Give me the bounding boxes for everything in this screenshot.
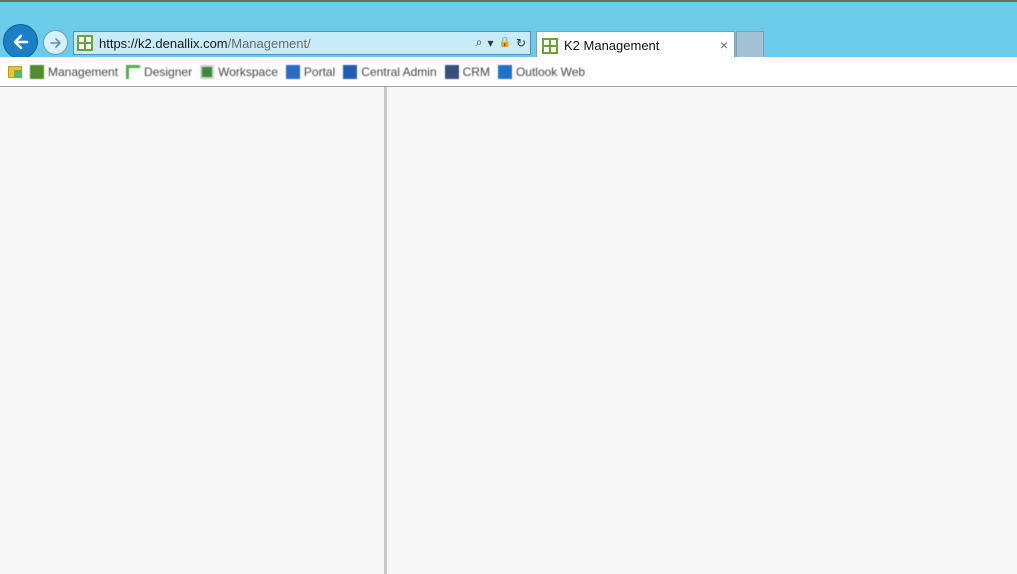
search-icon[interactable]: ⌕ xyxy=(476,35,483,50)
url-path: /Management/ xyxy=(227,35,311,51)
site-favicon-icon xyxy=(77,35,93,51)
url-text[interactable]: https://k2.denallix.com/Management/ xyxy=(99,36,311,51)
designer-icon xyxy=(126,64,141,79)
address-bar[interactable]: https://k2.denallix.com/Management/ ⌕ ▾ … xyxy=(73,31,531,55)
favorite-outlook-web[interactable]: Outlook Web xyxy=(497,64,586,79)
outlook-icon xyxy=(497,64,512,79)
favorite-label: Workspace xyxy=(218,64,278,79)
tab-label: K2 Management xyxy=(564,38,660,53)
favorite-label: Management xyxy=(48,64,119,79)
favorites-bar: Management Designer Workspace Portal Cen… xyxy=(0,57,1017,87)
refresh-icon[interactable]: ↻ xyxy=(516,36,526,50)
forward-button[interactable] xyxy=(43,30,68,55)
favorite-label: Outlook Web xyxy=(515,64,586,79)
favorite-label: Designer xyxy=(144,64,193,79)
add-favorites-icon[interactable] xyxy=(8,65,22,78)
arrow-left-icon xyxy=(13,34,28,49)
favorite-crm[interactable]: CRM xyxy=(444,64,490,79)
favorite-label: Portal xyxy=(303,64,336,79)
favorite-label: CRM xyxy=(462,64,490,79)
favorite-central-admin[interactable]: Central Admin xyxy=(343,64,437,79)
portal-icon xyxy=(285,64,300,79)
favorite-label: Central Admin xyxy=(361,64,437,79)
tab-favicon-icon xyxy=(542,37,558,54)
favorite-designer[interactable]: Designer xyxy=(126,64,193,79)
lock-icon[interactable]: 🔒 xyxy=(498,37,510,48)
back-button[interactable] xyxy=(3,24,38,59)
url-host: k2.denallix.com xyxy=(138,35,228,51)
close-icon[interactable]: × xyxy=(720,37,728,53)
grid-icon xyxy=(30,64,44,79)
tab-k2-management[interactable]: K2 Management × xyxy=(536,31,735,59)
workspace-icon xyxy=(200,64,215,79)
page-content xyxy=(0,87,1017,574)
chevron-down-icon[interactable]: ▾ xyxy=(487,36,493,50)
url-protocol: https:// xyxy=(99,35,139,51)
crm-icon xyxy=(444,64,459,79)
new-tab-button[interactable] xyxy=(736,31,764,59)
central-admin-icon xyxy=(343,64,358,79)
browser-toolbar: https://k2.denallix.com/Management/ ⌕ ▾ … xyxy=(0,0,1017,59)
arrow-right-icon xyxy=(49,37,61,48)
address-controls: ⌕ ▾ 🔒 ↻ xyxy=(476,35,526,50)
left-navigation-pane xyxy=(0,87,384,574)
favorite-workspace[interactable]: Workspace xyxy=(200,64,278,79)
main-content-pane xyxy=(387,87,1017,574)
favorite-management[interactable]: Management xyxy=(30,64,119,79)
favorite-portal[interactable]: Portal xyxy=(285,64,336,79)
